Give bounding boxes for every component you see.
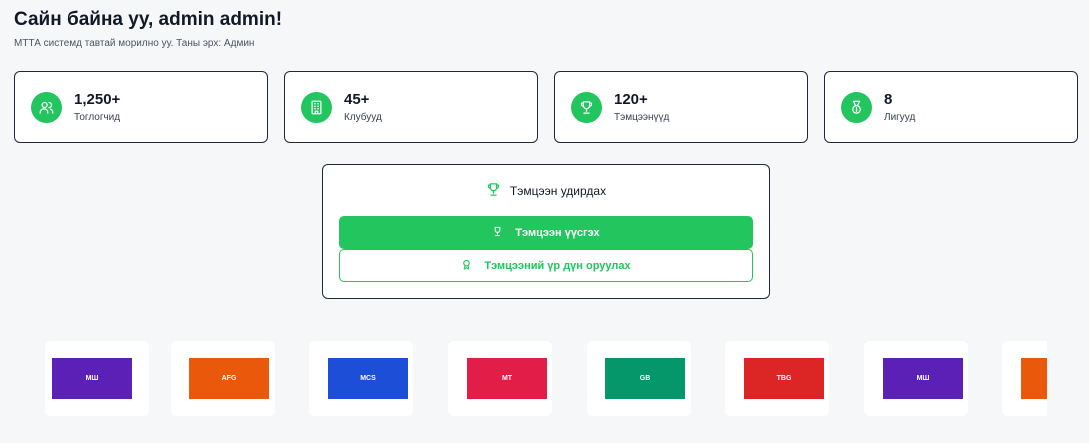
club-logo: AFG [189, 358, 269, 399]
stat-value: 8 [884, 91, 893, 108]
stat-label: Тоглогчид [74, 112, 121, 123]
stat-value: 45+ [344, 91, 370, 108]
club-logo-card[interactable] [1002, 341, 1047, 416]
club-logo-carousel[interactable]: МШ AFG MCS MT GB TBG МШ [45, 341, 1047, 416]
trophy-icon [571, 92, 602, 123]
stats-row: 1,250+ Тоглогчид 45+ Клубууд 120+ Тэмцээ… [14, 71, 1078, 143]
club-logo-card[interactable]: GB [587, 341, 691, 416]
stat-card-tournaments: 120+ Тэмцээнүүд [554, 71, 808, 143]
stat-card-players: 1,250+ Тоглогчид [14, 71, 268, 143]
panel-title: Тэмцээн удирдах [509, 184, 607, 198]
stat-card-clubs: 45+ Клубууд [284, 71, 538, 143]
panel-header: Тэмцээн удирдах [323, 182, 769, 200]
page-subtitle: МТТА системд тавтай морилно уу. Таны эрх… [14, 38, 255, 49]
club-logo: MCS [328, 358, 408, 399]
stat-label: Тэмцээнүүд [614, 112, 670, 123]
building-icon [301, 92, 332, 123]
club-logo: TBG [744, 358, 824, 399]
stat-card-leagues: 8 Лигууд [824, 71, 1078, 143]
club-logo: MT [467, 358, 547, 399]
stat-label: Клубууд [344, 112, 382, 123]
club-logo-card[interactable]: TBG [725, 341, 829, 416]
club-logo-card[interactable]: МШ [45, 341, 149, 416]
club-logo: МШ [52, 358, 132, 399]
users-icon [31, 92, 62, 123]
trophy-icon [486, 182, 501, 200]
award-icon [461, 259, 472, 273]
create-tournament-label: Тэмцээн үүсгэх [515, 226, 600, 239]
tournament-management-panel: Тэмцээн удирдах Тэмцээн үүсгэх Тэмцээний… [322, 164, 770, 299]
club-logo: МШ [883, 358, 963, 399]
award-icon [492, 226, 503, 240]
stat-value: 1,250+ [74, 91, 121, 108]
club-logo-card[interactable]: MCS [309, 341, 413, 416]
club-logo-card[interactable]: MT [448, 341, 552, 416]
stat-label: Лигууд [884, 112, 916, 123]
club-logo [1021, 358, 1047, 399]
create-tournament-button[interactable]: Тэмцээн үүсгэх [339, 216, 753, 249]
enter-results-label: Тэмцээний үр дүн оруулах [484, 259, 631, 272]
page-title: Сайн байна уу, admin admin! [14, 9, 283, 30]
medal-icon [841, 92, 872, 123]
stat-value: 120+ [614, 91, 648, 108]
club-logo: GB [605, 358, 685, 399]
enter-results-button[interactable]: Тэмцээний үр дүн оруулах [339, 249, 753, 282]
club-logo-card[interactable]: AFG [171, 341, 275, 416]
club-logo-card[interactable]: МШ [864, 341, 968, 416]
